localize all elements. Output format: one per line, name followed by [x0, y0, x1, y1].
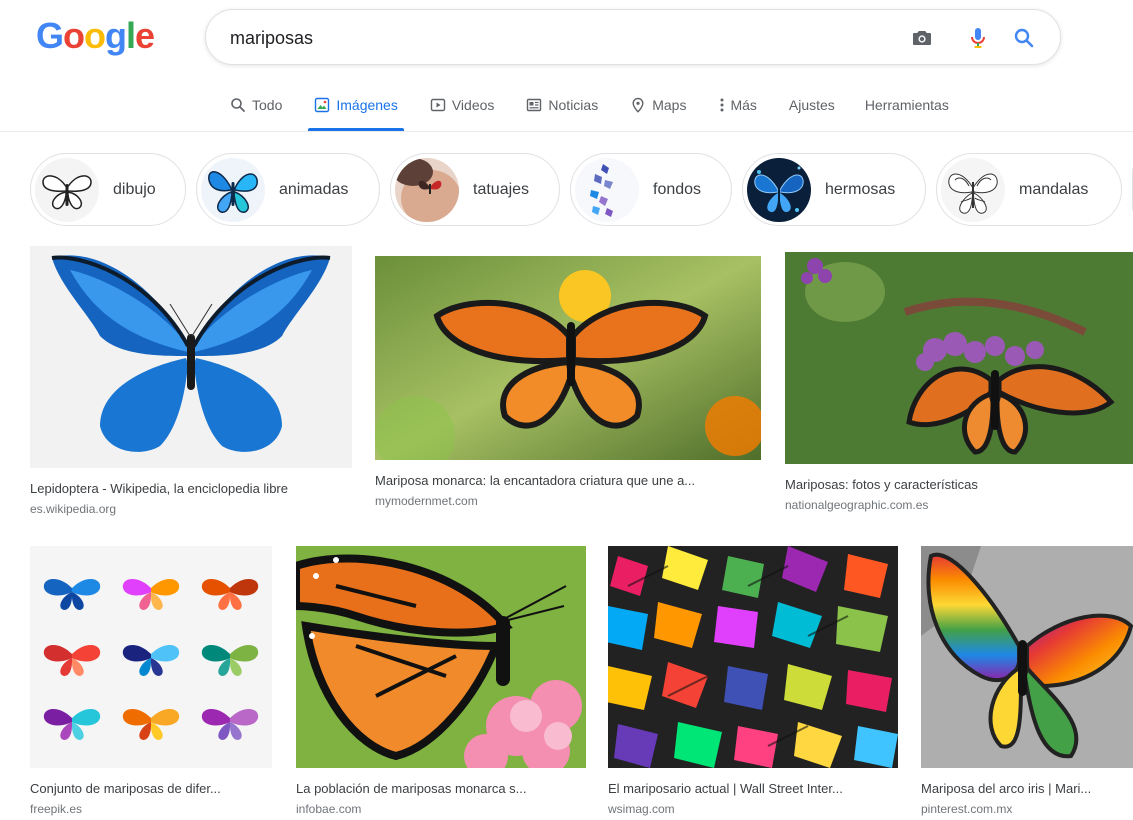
result-thumbnail — [375, 256, 761, 460]
logo-letter: e — [135, 15, 155, 56]
chip-dibujo[interactable]: dibujo — [30, 153, 186, 226]
chip-fondos[interactable]: fondos — [570, 153, 732, 226]
chip-tatuajes[interactable]: tatuajes — [390, 153, 560, 226]
search-icon[interactable] — [1010, 24, 1038, 52]
chip-animadas[interactable]: animadas — [196, 153, 380, 226]
result-thumbnail — [30, 246, 352, 468]
result-source: es.wikipedia.org — [30, 502, 117, 516]
image-result[interactable]: Lepidoptera - Wikipedia, la enciclopedia… — [30, 246, 352, 517]
tab-maps[interactable]: Maps — [630, 92, 686, 118]
result-source: mymodernmet.com — [375, 494, 478, 508]
tab-ajustes[interactable]: Ajustes — [789, 92, 835, 118]
logo-letter: o — [84, 15, 106, 56]
chip-hermosas[interactable]: hermosas — [742, 153, 926, 226]
result-title[interactable]: Mariposa del arco iris | Mari... — [921, 781, 1133, 797]
logo-letter: l — [126, 15, 136, 56]
result-title[interactable]: El mariposario actual | Wall Street Inte… — [608, 781, 898, 797]
chip-label: animadas — [279, 180, 349, 198]
image-result[interactable]: Mariposa del arco iris | Mari... pintere… — [921, 546, 1133, 817]
logo-letter: g — [105, 15, 127, 56]
chip-thumbnail — [747, 157, 811, 222]
chip-mandalas[interactable]: mandalas — [936, 153, 1122, 226]
location-pin-icon — [630, 97, 646, 113]
image-result[interactable]: El mariposario actual | Wall Street Inte… — [608, 546, 898, 817]
tab-label: Todo — [252, 97, 283, 113]
tab-label: Videos — [451, 97, 495, 113]
result-title[interactable]: Lepidoptera - Wikipedia, la enciclopedia… — [30, 481, 352, 497]
tab-mas[interactable]: Más — [718, 92, 757, 118]
result-thumbnail — [608, 546, 898, 768]
tab-herramientas[interactable]: Herramientas — [865, 92, 949, 118]
play-icon — [430, 97, 446, 113]
result-title[interactable]: Conjunto de mariposas de difer... — [30, 781, 272, 797]
chip-thumbnail — [395, 157, 459, 222]
chip-label: hermosas — [825, 180, 896, 198]
newspaper-icon — [526, 97, 542, 113]
image-result[interactable]: Mariposa monarca: la encantadora criatur… — [375, 256, 761, 509]
result-thumbnail — [296, 546, 586, 768]
image-result[interactable]: Mariposas: fotos y características natio… — [785, 252, 1133, 513]
tab-label: Imágenes — [336, 97, 398, 113]
result-thumbnail — [30, 546, 272, 768]
chip-label: fondos — [653, 180, 702, 198]
result-source: freepik.es — [30, 802, 83, 816]
chip-thumbnail — [35, 157, 99, 222]
chip-label: dibujo — [113, 180, 156, 198]
result-title[interactable]: La población de mariposas monarca s... — [296, 781, 586, 797]
result-thumbnail — [921, 546, 1133, 768]
chip-thumbnail — [941, 157, 1005, 222]
search-icon — [230, 97, 246, 113]
chip-label: tatuajes — [473, 180, 530, 198]
tab-imagenes[interactable]: Imágenes — [308, 92, 405, 131]
result-source: pinterest.com.mx — [921, 802, 1013, 816]
search-box — [205, 9, 1061, 65]
tab-noticias[interactable]: Noticias — [526, 92, 598, 118]
tab-todo[interactable]: Todo — [230, 92, 282, 118]
search-input[interactable] — [230, 25, 870, 51]
suggestion-chips: dibujo animadas tatuajes fondos hermosas… — [30, 153, 1133, 226]
tab-label: Noticias — [548, 97, 599, 113]
result-thumbnail — [785, 252, 1133, 464]
header-divider — [0, 131, 1133, 132]
image-icon — [314, 97, 330, 113]
camera-icon[interactable] — [908, 24, 936, 52]
image-result[interactable]: Conjunto de mariposas de difer... freepi… — [30, 546, 272, 817]
result-source: infobae.com — [296, 802, 362, 816]
image-result[interactable]: La población de mariposas monarca s... i… — [296, 546, 586, 817]
result-title[interactable]: Mariposa monarca: la encantadora criatur… — [375, 473, 761, 489]
tab-videos[interactable]: Videos — [430, 92, 495, 118]
tab-label: Herramientas — [864, 97, 949, 113]
google-logo[interactable]: Google — [36, 15, 155, 56]
chip-thumbnail — [201, 157, 265, 222]
result-source: wsimag.com — [608, 802, 675, 816]
tab-label: Maps — [652, 97, 687, 113]
tab-label: Más — [730, 97, 757, 113]
result-title[interactable]: Mariposas: fotos y características — [785, 477, 1133, 493]
tab-label: Ajustes — [788, 97, 835, 113]
chip-label: mandalas — [1019, 180, 1089, 198]
microphone-icon[interactable] — [964, 24, 992, 52]
more-vertical-icon — [718, 97, 726, 113]
logo-letter: o — [63, 15, 85, 56]
logo-letter: G — [36, 15, 64, 56]
search-tabs: Todo Imágenes Videos Noticias Maps Más A… — [230, 92, 979, 132]
chip-thumbnail — [575, 157, 639, 222]
result-source: nationalgeographic.com.es — [785, 498, 929, 512]
